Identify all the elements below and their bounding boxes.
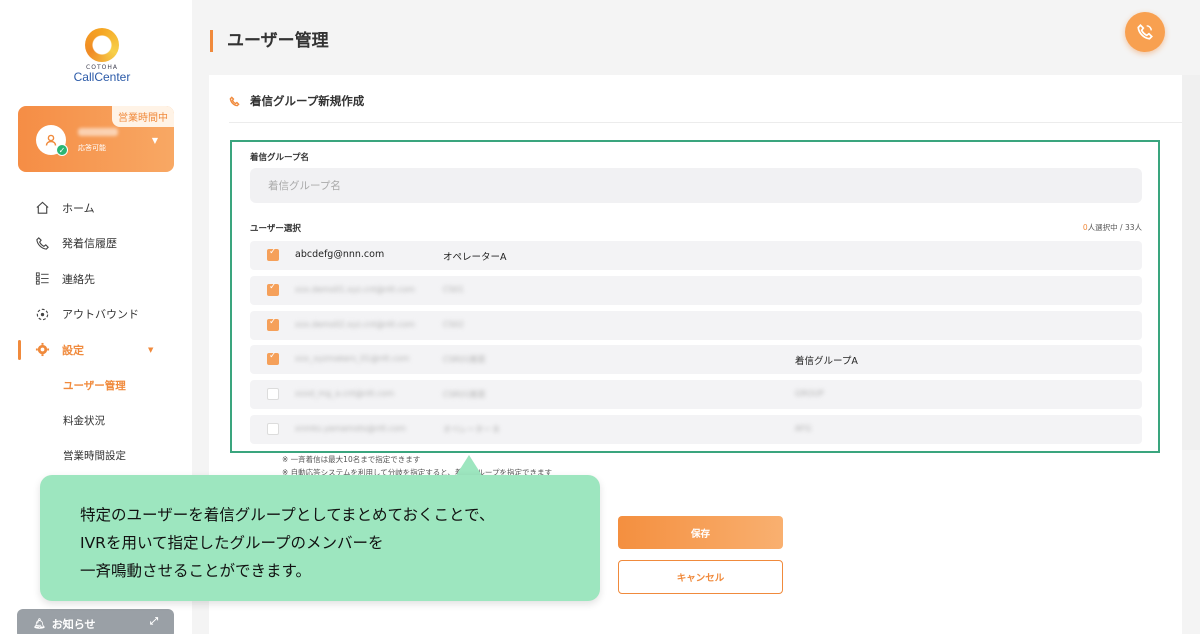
selection-total: 人選択中 / 33人 — [1087, 223, 1142, 232]
page-title: ユーザー管理 — [210, 30, 329, 52]
user-name: オペレーターA — [443, 252, 507, 263]
sidebar-subitem-billing[interactable]: 料金状況 — [0, 403, 192, 438]
sidebar-item-home[interactable]: ホーム — [0, 190, 192, 226]
sidebar-item-label: 連絡先 — [62, 272, 95, 286]
sidebar-subitem-user-management[interactable]: ユーザー管理 — [0, 368, 192, 403]
availability-status: 応答可能 — [78, 144, 106, 152]
user-name: CSR01推奨 — [443, 355, 486, 364]
selection-counter: 0人選択中 / 33人 — [1083, 222, 1142, 233]
logo[interactable]: COTOHA CallCenter — [60, 28, 144, 83]
chevron-down-icon[interactable]: ▼ — [152, 136, 158, 145]
note-max-members: ※ 一斉着信は最大10名まで指定できます — [282, 455, 421, 464]
status-card[interactable]: 営業時間中 ✓ 応答可能 ▼ — [18, 106, 174, 172]
user-name: CSR01推奨 — [443, 390, 486, 399]
user-name: CS01 — [443, 285, 464, 294]
group-name-label: 着信グループ名 — [250, 153, 309, 163]
notice-bar[interactable]: 🔔︎ お知らせ ⤢ — [17, 609, 174, 634]
callout-tail — [455, 455, 483, 477]
user-name: CS02 — [443, 320, 464, 329]
cancel-button[interactable]: キャンセル — [618, 560, 783, 594]
contacts-icon — [34, 271, 50, 287]
sidebar-subitem-business-hours[interactable]: 営業時間設定 — [0, 438, 192, 473]
call-button[interactable] — [1125, 12, 1165, 52]
logo-ring-icon — [85, 28, 119, 62]
sidebar-item-contacts[interactable]: 連絡先 — [0, 261, 192, 297]
notice-label: お知らせ — [51, 618, 96, 631]
sidebar-item-label: ホーム — [62, 201, 95, 215]
user-row[interactable]: xxxd_mg_a.cnt@ntt.com CSR01推奨 GROUP — [250, 380, 1142, 409]
checkbox-checked[interactable] — [267, 247, 279, 261]
form-heading: 着信グループ新規作成 — [229, 93, 364, 109]
user-row[interactable]: xxx_xyzmakers_01@ntt.com CSR01推奨 着信グループA — [250, 345, 1142, 374]
user-email: xxx.demo01.xyz.cnt@ntt.com — [295, 285, 415, 294]
phone-icon — [1137, 24, 1153, 40]
sidebar-item-label: 発着信履歴 — [62, 237, 117, 251]
callout-bubble: 特定のユーザーを着信グループとしてまとめておくことで、 IVRを用いて指定したグ… — [40, 475, 600, 601]
phone-history-icon — [34, 235, 50, 251]
sidebar-item-outbound[interactable]: アウトバウンド — [0, 297, 192, 333]
user-select-label: ユーザー選択 — [250, 224, 301, 234]
divider — [229, 122, 1182, 123]
user-row[interactable]: xxx.demo01.xyz.cnt@ntt.com CS01 — [250, 276, 1142, 305]
bell-icon: 🔔︎ — [33, 618, 46, 630]
user-email: xxxd_mg_a.cnt@ntt.com — [295, 389, 395, 398]
user-email: xxx.demo02.xyz.cnt@ntt.com — [295, 320, 415, 329]
callout-line: 特定のユーザーを着信グループとしてまとめておくことで、 — [80, 506, 495, 524]
sidebar-item-call-history[interactable]: 発着信履歴 — [0, 226, 192, 262]
logo-name: CallCenter — [73, 70, 131, 84]
sidebar-item-settings[interactable]: 設定 ▼ — [0, 332, 192, 368]
user-email: xnmks.yamamoto@ntt.com — [295, 424, 406, 433]
checkbox-checked[interactable] — [267, 282, 279, 296]
gear-icon — [34, 342, 50, 358]
form-heading-text: 着信グループ新規作成 — [250, 94, 365, 108]
group-name-input[interactable] — [250, 168, 1142, 203]
checkbox-checked[interactable] — [267, 317, 279, 331]
user-row[interactable]: abcdefg@nnn.com オペレーターA — [250, 241, 1142, 270]
user-group: 着信グループA — [795, 356, 858, 367]
user-email: xxx_xyzmakers_01@ntt.com — [295, 354, 410, 363]
sidebar-item-label: 設定 — [62, 343, 84, 357]
user-row[interactable]: xnmks.yamamoto@ntt.com オペレーター B AFG — [250, 415, 1142, 444]
user-group: AFG — [795, 424, 812, 433]
save-button[interactable]: 保存 — [618, 516, 783, 549]
user-name: オペレーター B — [443, 425, 500, 434]
scrollbar[interactable] — [1182, 75, 1200, 450]
home-icon — [34, 200, 50, 216]
callout-line: IVRを用いて指定したグループのメンバーを — [80, 534, 384, 552]
user-email: abcdefg@nnn.com — [295, 249, 385, 260]
checkbox-unchecked[interactable] — [267, 388, 279, 400]
user-icon — [45, 134, 57, 146]
expand-icon[interactable]: ⤢ — [150, 616, 158, 627]
business-hours-badge: 営業時間中 — [112, 106, 174, 127]
chevron-down-icon: ▼ — [148, 345, 154, 354]
user-group: GROUP — [795, 389, 824, 398]
callout-line: 一斉鳴動させることができます。 — [80, 562, 311, 580]
checkbox-unchecked[interactable] — [267, 423, 279, 435]
sidebar-item-label: アウトバウンド — [62, 308, 139, 322]
phone-icon — [229, 95, 240, 107]
available-check-icon: ✓ — [56, 144, 68, 156]
checkbox-checked[interactable] — [267, 351, 279, 365]
sidebar-nav: ホーム 発着信履歴 連絡先 アウトバウンド 設定 ▼ ユーザー管理 料金状況 営… — [0, 190, 192, 473]
outbound-icon — [34, 306, 50, 322]
user-row[interactable]: xxx.demo02.xyz.cnt@ntt.com CS02 — [250, 311, 1142, 340]
user-name-redacted — [78, 128, 118, 136]
